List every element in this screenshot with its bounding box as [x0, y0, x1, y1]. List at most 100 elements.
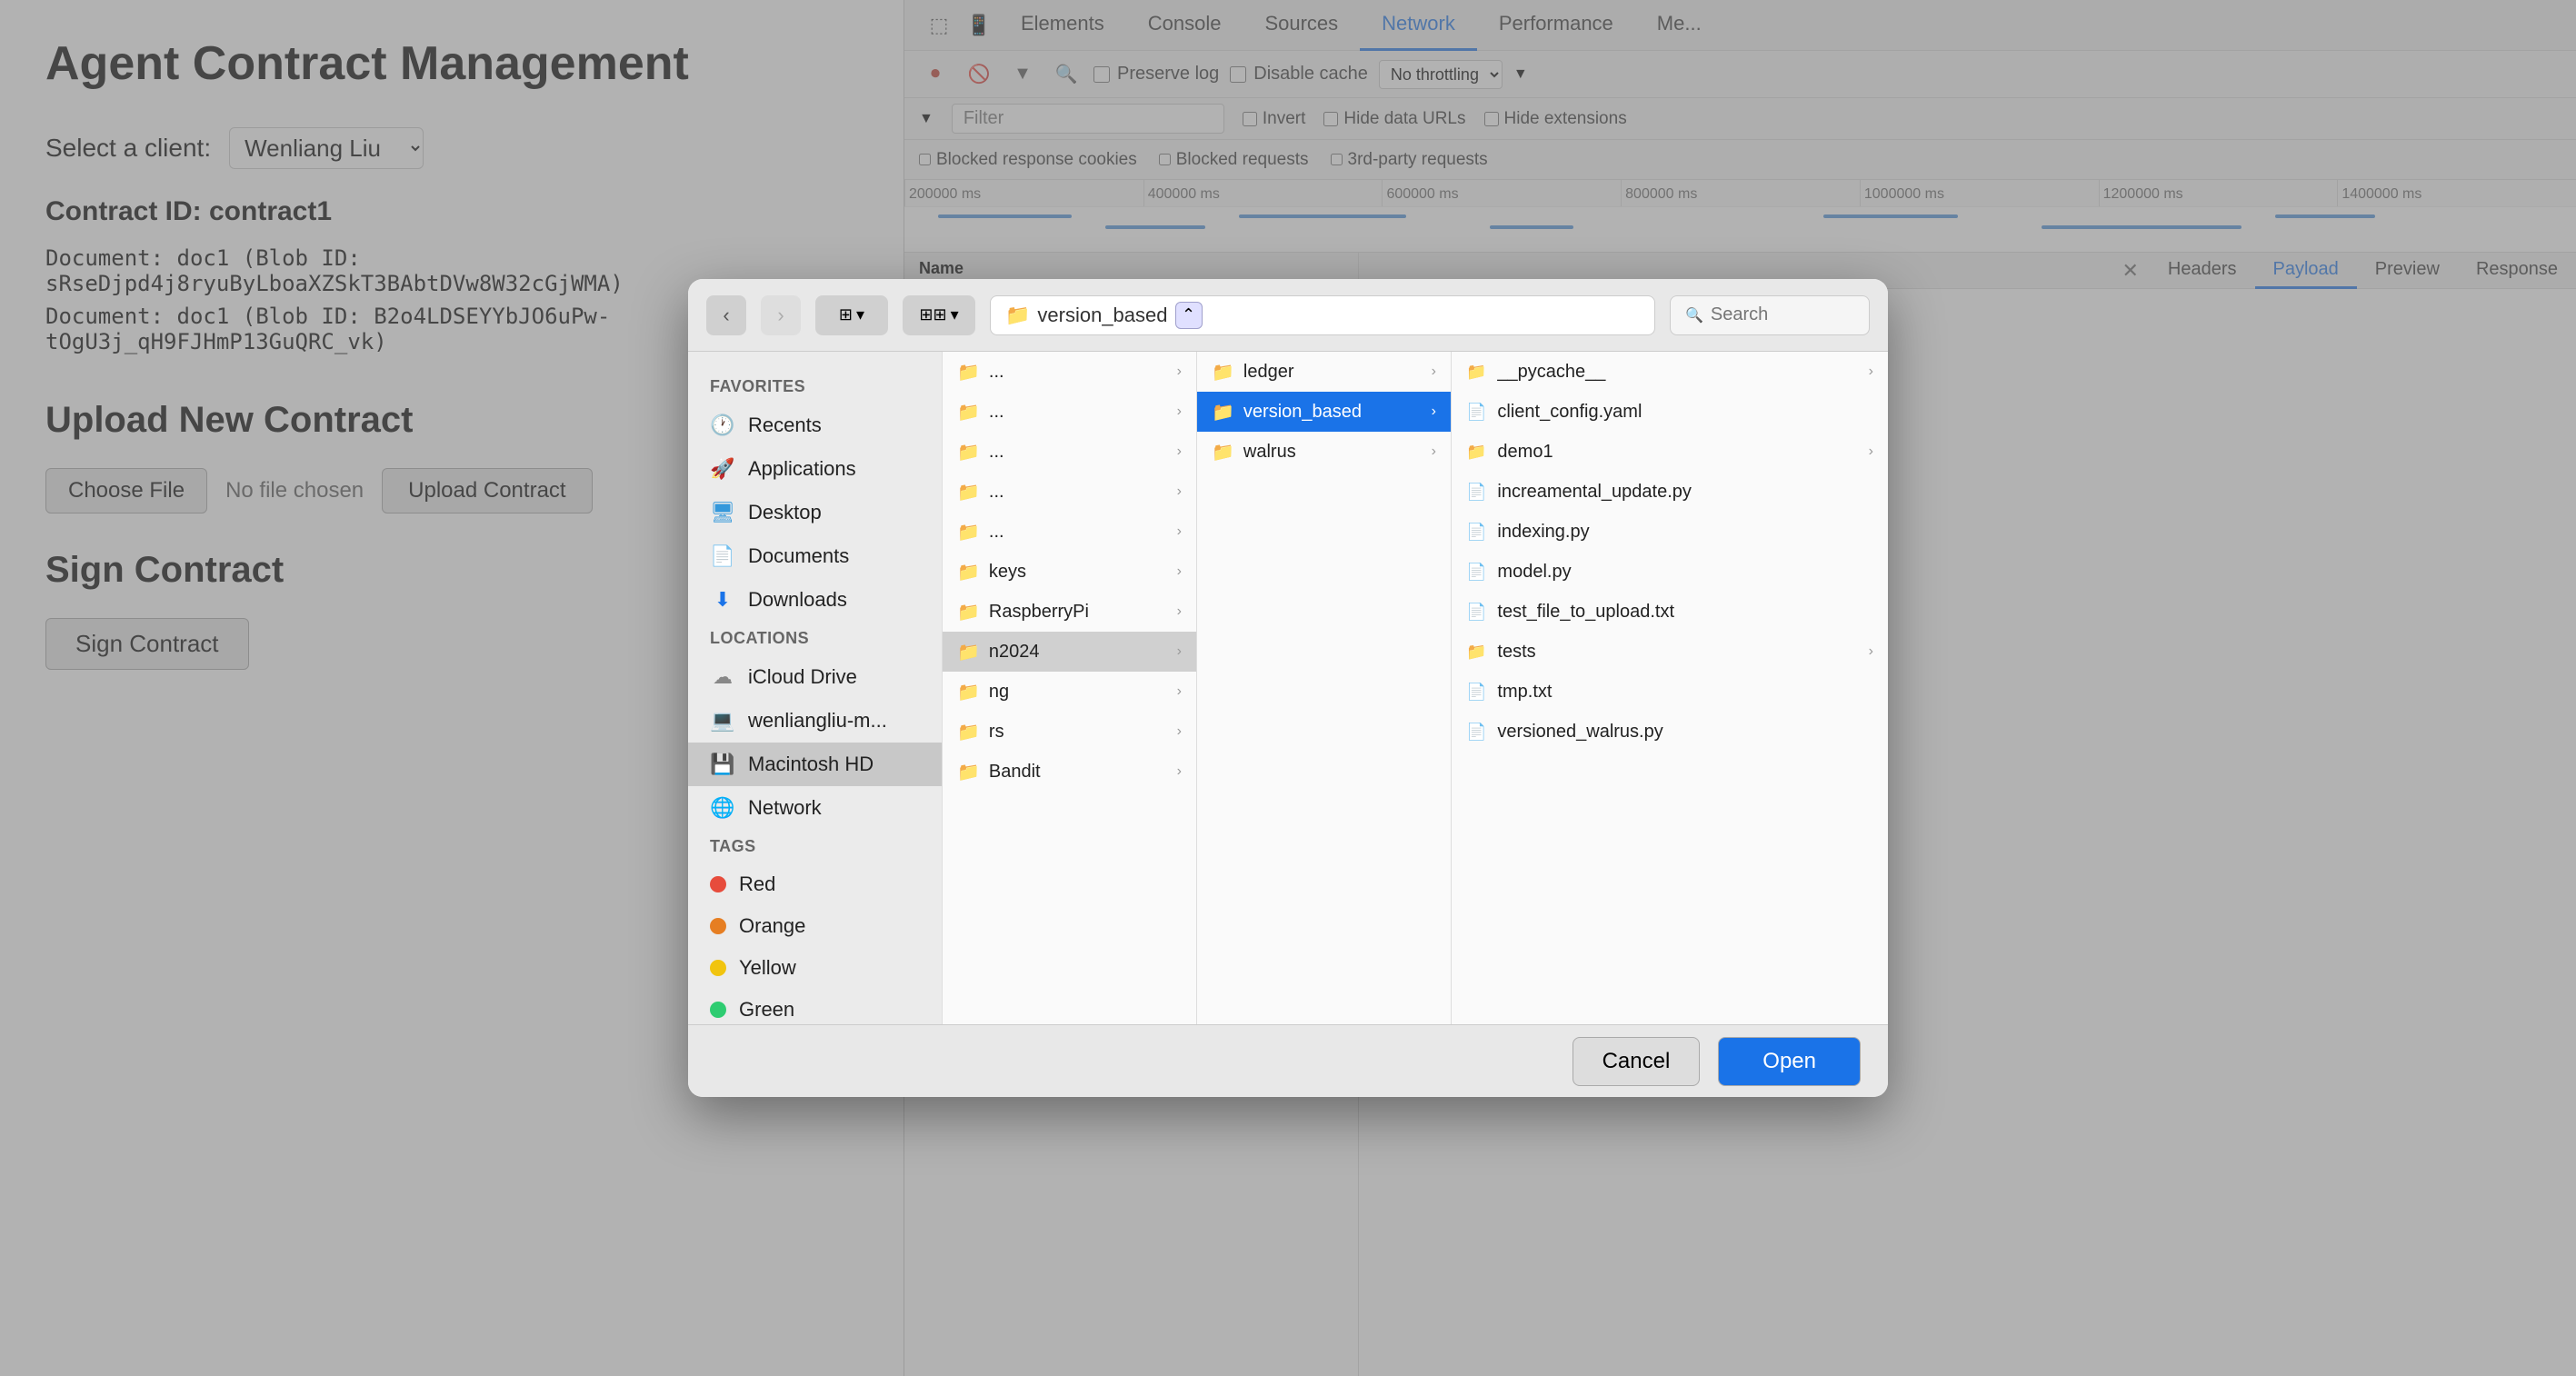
folder-icon: 📁	[1005, 304, 1030, 327]
folder-icon: 📁	[957, 681, 980, 703]
col1-item-bandit[interactable]: 📁 Bandit ›	[943, 752, 1196, 792]
recents-icon: 🕐	[710, 413, 735, 438]
folder-icon: 📁	[1212, 441, 1234, 464]
file-name: test_file_to_upload.txt	[1497, 602, 1674, 623]
fp-sidebar: Favorites 🕐 Recents 🚀 Applications 🖥 Des…	[688, 352, 943, 1024]
col1-item-name: n2024	[989, 642, 1040, 663]
chevron-icon: ›	[1177, 723, 1182, 740]
fp-open-button[interactable]: Open	[1718, 1037, 1861, 1086]
folder-icon: 📁	[957, 361, 980, 384]
chevron-icon: ›	[1177, 683, 1182, 700]
sidebar-item-macintosh-hd[interactable]: 💾 Macintosh HD	[688, 743, 942, 786]
col1-item-dot3[interactable]: 📁 ... ›	[943, 432, 1196, 472]
sidebar-item-documents[interactable]: 📄 Documents	[688, 534, 942, 578]
sidebar-item-network[interactable]: 🌐 Network	[688, 786, 942, 830]
file-icon: 📄	[1466, 483, 1486, 502]
chevron-icon: ›	[1177, 523, 1182, 540]
sidebar-tag-red[interactable]: Red	[688, 863, 942, 905]
sidebar-tag-orange[interactable]: Orange	[688, 905, 942, 947]
file-item-demo1[interactable]: 📁 demo1 ›	[1452, 432, 1888, 472]
col1-item-n2024[interactable]: 📁 n2024 ›	[943, 632, 1196, 672]
folder-icon: 📁	[957, 721, 980, 743]
file-item-client-config[interactable]: 📄 client_config.yaml	[1452, 392, 1888, 432]
file-item-test-file[interactable]: 📄 test_file_to_upload.txt	[1452, 592, 1888, 632]
file-item-tests[interactable]: 📁 tests ›	[1452, 632, 1888, 672]
fp-column-2: 📁 ledger › 📁 version_based ›	[1197, 352, 1452, 1024]
sidebar-item-laptop[interactable]: 💻 wenliangliu-m...	[688, 699, 942, 743]
sidebar-laptop-label: wenliangliu-m...	[748, 709, 887, 733]
fp-search-input[interactable]	[1711, 304, 1854, 325]
file-item-indexing[interactable]: 📄 indexing.py	[1452, 512, 1888, 552]
yellow-tag-dot	[710, 960, 726, 976]
sidebar-item-downloads[interactable]: ⬇ Downloads	[688, 578, 942, 622]
fp-files-column: 📁 __pycache__ › 📄 client_config.yaml 📁 d…	[1452, 352, 1888, 1024]
col1-item-raspberrypi[interactable]: 📁 RaspberryPi ›	[943, 592, 1196, 632]
col2-item-ledger[interactable]: 📁 ledger ›	[1197, 352, 1451, 392]
chevron-icon: ›	[1869, 643, 1873, 660]
col1-item-dot4[interactable]: 📁 ... ›	[943, 472, 1196, 512]
documents-icon: 📄	[710, 543, 735, 569]
col1-item-dot5[interactable]: 📁 ... ›	[943, 512, 1196, 552]
col1-item-name: ...	[989, 362, 1004, 383]
applications-icon: 🚀	[710, 456, 735, 482]
col1-item-dot1[interactable]: 📁 ... ›	[943, 352, 1196, 392]
sidebar-icloud-label: iCloud Drive	[748, 665, 857, 689]
file-item-incremental-update[interactable]: 📄 increamental_update.py	[1452, 472, 1888, 512]
col2-item-version-based[interactable]: 📁 version_based ›	[1197, 392, 1451, 432]
folder-icon: 📁	[957, 601, 980, 623]
file-icon: 📄	[1466, 403, 1486, 422]
col2-item-name: version_based	[1243, 402, 1362, 423]
folder-icon: 📁	[1212, 401, 1234, 424]
sidebar-green-label: Green	[739, 998, 794, 1022]
locations-section-title: Locations	[688, 622, 942, 655]
col1-item-keys[interactable]: 📁 keys ›	[943, 552, 1196, 592]
grid-view-icon: ⊞⊞	[919, 305, 946, 324]
file-name: tests	[1497, 642, 1535, 663]
col1-item-name: Bandit	[989, 762, 1041, 783]
sidebar-network-label: Network	[748, 796, 822, 820]
folder-icon: 📁	[957, 481, 980, 504]
fp-grid-view-button[interactable]: ⊞⊞ ▾	[903, 295, 975, 335]
file-name: increamental_update.py	[1497, 482, 1691, 503]
sidebar-item-desktop[interactable]: 🖥 Desktop	[688, 491, 942, 534]
file-name: versioned_walrus.py	[1497, 722, 1662, 743]
chevron-icon: ›	[1177, 763, 1182, 780]
col1-item-name: rs	[989, 722, 1004, 743]
col1-item-dot2[interactable]: 📁 ... ›	[943, 392, 1196, 432]
fp-search-box: 🔍	[1670, 295, 1870, 335]
file-icon: 📄	[1466, 603, 1486, 622]
file-icon: 📄	[1466, 523, 1486, 542]
fp-column-view-button[interactable]: ⊞ ▾	[815, 295, 888, 335]
sidebar-orange-label: Orange	[739, 914, 805, 938]
file-item-pycache[interactable]: 📁 __pycache__ ›	[1452, 352, 1888, 392]
fp-path-breadcrumb: 📁 version_based ⌃	[990, 295, 1655, 335]
chevron-icon: ›	[1177, 603, 1182, 620]
fp-path-arrow[interactable]: ⌃	[1175, 302, 1203, 329]
sidebar-item-recents[interactable]: 🕐 Recents	[688, 404, 942, 447]
folder-icon: 📁	[1466, 643, 1486, 662]
fp-back-button[interactable]: ‹	[706, 295, 746, 335]
col2-item-walrus[interactable]: 📁 walrus ›	[1197, 432, 1451, 472]
col1-item-ng[interactable]: 📁 ng ›	[943, 672, 1196, 712]
sidebar-tag-green[interactable]: Green	[688, 989, 942, 1024]
file-icon: 📄	[1466, 723, 1486, 742]
col1-item-rs[interactable]: 📁 rs ›	[943, 712, 1196, 752]
sidebar-item-applications[interactable]: 🚀 Applications	[688, 447, 942, 491]
fp-forward-button[interactable]: ›	[761, 295, 801, 335]
hard-drive-icon: 💾	[710, 752, 735, 777]
file-item-model[interactable]: 📄 model.py	[1452, 552, 1888, 592]
sidebar-macintosh-hd-label: Macintosh HD	[748, 753, 874, 776]
green-tag-dot	[710, 1002, 726, 1018]
file-item-versioned-walrus[interactable]: 📄 versioned_walrus.py	[1452, 712, 1888, 752]
chevron-icon: ›	[1432, 404, 1436, 420]
network-icon: 🌐	[710, 795, 735, 821]
folder-icon: 📁	[1212, 361, 1234, 384]
fp-path-text: version_based	[1037, 304, 1167, 327]
tags-section-title: Tags	[688, 830, 942, 863]
sidebar-tag-yellow[interactable]: Yellow	[688, 947, 942, 989]
fp-cancel-button[interactable]: Cancel	[1573, 1037, 1701, 1086]
file-name: demo1	[1497, 442, 1553, 463]
file-item-tmp[interactable]: 📄 tmp.txt	[1452, 672, 1888, 712]
file-picker-body: Favorites 🕐 Recents 🚀 Applications 🖥 Des…	[688, 352, 1888, 1024]
sidebar-item-icloud[interactable]: ☁ iCloud Drive	[688, 655, 942, 699]
